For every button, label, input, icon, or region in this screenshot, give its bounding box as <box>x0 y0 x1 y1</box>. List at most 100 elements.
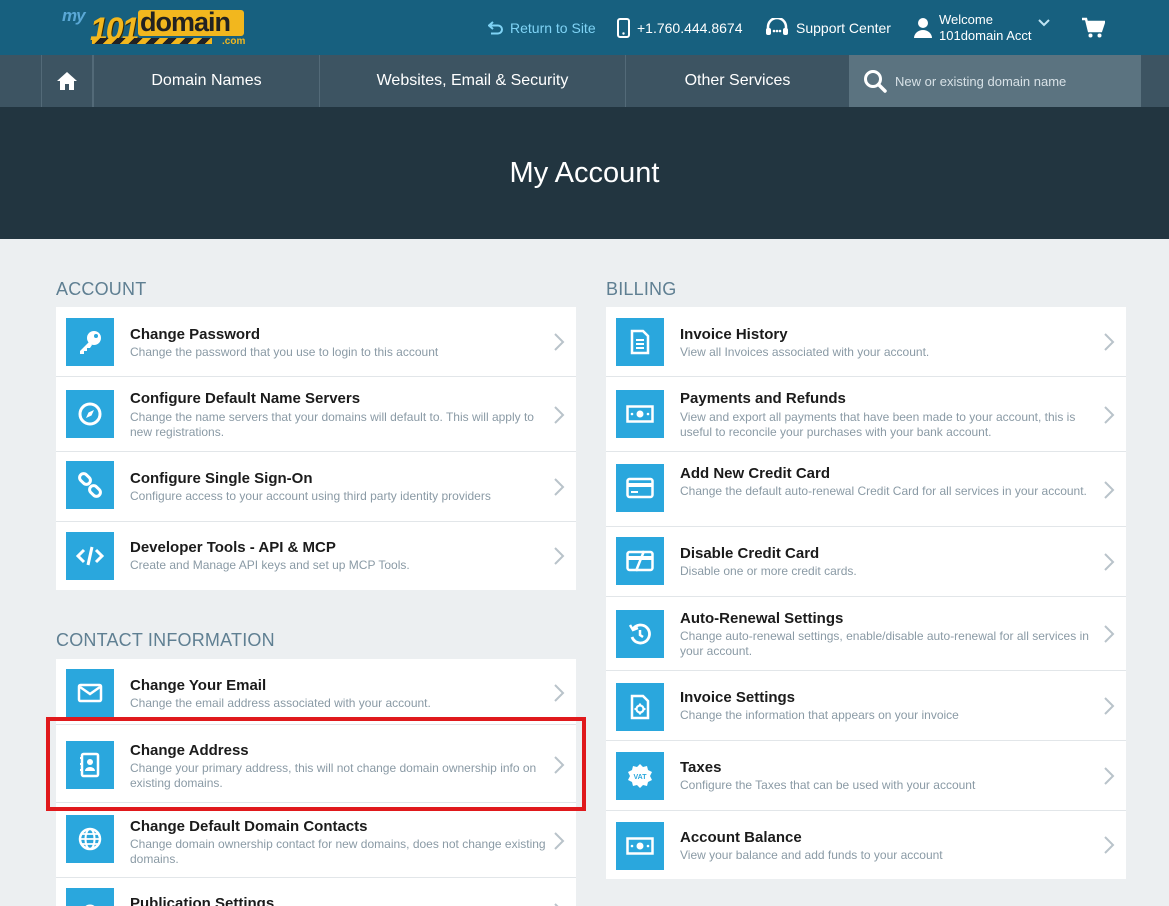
chevron-right-icon <box>554 547 565 565</box>
item-title: Configure Default Name Servers <box>130 390 361 407</box>
compass-icon <box>66 390 114 438</box>
page-header: My Account <box>0 107 1169 239</box>
publication-settings-item[interactable]: Publication Settings <box>56 878 576 906</box>
item-title: Configure Single Sign-On <box>130 470 313 487</box>
credit-card-icon <box>616 464 664 512</box>
billing-section-heading: BILLING <box>606 279 677 299</box>
chevron-right-icon <box>1104 767 1115 785</box>
chevron-right-icon <box>1104 406 1115 424</box>
return-arrow-icon <box>488 20 503 34</box>
phone-label: +1.760.444.8674 <box>637 19 743 36</box>
item-title: Publication Settings <box>130 895 275 906</box>
item-description: View and export all payments that have b… <box>680 410 1076 439</box>
auto-renewal-item[interactable]: Auto-Renewal Settings Change auto-renewa… <box>606 597 1126 671</box>
welcome-text: Welcome 101domain Acct <box>939 12 1032 44</box>
account-balance-item[interactable]: Account Balance View your balance and ad… <box>606 811 1126 879</box>
logo-com: .com <box>222 36 246 47</box>
nav-other-services[interactable]: Other Services <box>626 55 849 107</box>
support-center-link[interactable]: Support Center <box>765 0 891 55</box>
invoice-settings-icon <box>616 683 664 731</box>
payments-refunds-item[interactable]: Payments and Refunds View and export all… <box>606 377 1126 452</box>
item-description: Change the name servers that your domain… <box>130 410 534 439</box>
item-description: View all Invoices associated with your a… <box>680 345 930 359</box>
item-description: Configure the Taxes that can be used wit… <box>680 778 976 792</box>
single-sign-on-item[interactable]: Configure Single Sign-On Configure acces… <box>56 452 576 522</box>
phone-icon <box>617 17 630 38</box>
site-logo[interactable]: my domain 101 .com <box>62 6 246 47</box>
publication-icon <box>66 888 114 906</box>
item-description: Change domain ownership contact for new … <box>130 837 546 866</box>
default-name-servers-item[interactable]: Configure Default Name Servers Change th… <box>56 377 576 452</box>
user-icon <box>914 17 932 38</box>
item-title: Account Balance <box>680 829 802 846</box>
item-description: Change the information that appears on y… <box>680 708 959 722</box>
disable-credit-card-item[interactable]: Disable Credit Card Disable one or more … <box>606 527 1126 597</box>
disabled-card-icon <box>616 537 664 585</box>
taxes-item[interactable]: VAT Taxes Configure the Taxes that can b… <box>606 741 1126 811</box>
item-title: Change Default Domain Contacts <box>130 818 368 835</box>
svg-text:VAT: VAT <box>634 774 648 781</box>
invoice-history-item[interactable]: Invoice History View all Invoices associ… <box>606 307 1126 377</box>
item-title: Change Your Email <box>130 677 267 694</box>
chevron-right-icon <box>554 756 565 774</box>
support-label: Support Center <box>796 19 891 36</box>
item-description: View your balance and add funds to your … <box>680 848 943 862</box>
item-title: Invoice History <box>680 326 788 343</box>
item-description: Change the default auto-renewal Credit C… <box>680 484 1087 498</box>
nav-domain-names[interactable]: Domain Names <box>94 55 320 107</box>
logo-my: my <box>62 6 86 25</box>
domain-search-input[interactable] <box>895 73 1135 89</box>
item-title: Auto-Renewal Settings <box>680 610 844 627</box>
home-button[interactable] <box>41 55 94 107</box>
chevron-right-icon <box>1104 836 1115 854</box>
nav-websites-email-security[interactable]: Websites, Email & Security <box>320 55 626 107</box>
item-title: Developer Tools - API & MCP <box>130 539 336 556</box>
add-credit-card-item[interactable]: Add New Credit Card Change the default a… <box>606 452 1126 527</box>
item-description: Change the email address associated with… <box>130 696 431 710</box>
domain-search-box <box>849 55 1141 107</box>
account-menu[interactable]: Welcome 101domain Acct <box>914 0 1057 55</box>
item-description: Change auto-renewal settings, enable/dis… <box>680 629 1089 658</box>
money-icon <box>616 390 664 438</box>
cart-button[interactable] <box>1081 0 1112 55</box>
change-password-item[interactable]: Change Password Change the password that… <box>56 307 576 377</box>
return-to-site-link[interactable]: Return to Site <box>488 0 596 55</box>
globe-icon <box>66 815 114 863</box>
phone-number[interactable]: +1.760.444.8674 <box>617 0 743 55</box>
chevron-right-icon <box>1104 697 1115 715</box>
invoice-icon <box>616 318 664 366</box>
item-description: Disable one or more credit cards. <box>680 564 857 578</box>
chevron-down-icon <box>1037 18 1050 26</box>
item-description: Create and Manage API keys and set up MC… <box>130 558 410 572</box>
chevron-right-icon <box>554 684 565 702</box>
chevron-right-icon <box>554 832 565 850</box>
item-title: Invoice Settings <box>680 689 796 706</box>
chevron-right-icon <box>554 406 565 424</box>
item-title: Add New Credit Card <box>680 465 831 482</box>
account-section-heading: ACCOUNT <box>56 279 147 299</box>
developer-tools-item[interactable]: Developer Tools - API & MCP Create and M… <box>56 522 576 590</box>
top-bar: my domain 101 .com Return to Site +1.760… <box>0 0 1169 55</box>
code-icon <box>66 532 114 580</box>
invoice-settings-item[interactable]: Invoice Settings Change the information … <box>606 671 1126 741</box>
nav-other-label: Other Services <box>684 72 791 89</box>
item-title: Taxes <box>680 759 722 776</box>
chevron-right-icon <box>554 333 565 351</box>
nav-domain-names-label: Domain Names <box>151 72 262 89</box>
change-address-item[interactable]: Change Address Change your primary addre… <box>56 725 576 803</box>
contact-section-heading: CONTACT INFORMATION <box>56 630 275 650</box>
logo-domain-box: domain <box>138 7 244 37</box>
home-icon <box>57 72 77 90</box>
return-label: Return to Site <box>510 19 596 36</box>
page-title: My Account <box>509 156 660 189</box>
address-book-icon <box>66 741 114 789</box>
main-nav: Domain Names Websites, Email & Security … <box>0 55 1169 107</box>
headset-icon <box>766 17 788 35</box>
chevron-right-icon <box>1104 481 1115 499</box>
search-icon[interactable] <box>863 69 887 93</box>
link-icon <box>66 461 114 509</box>
nav-websites-label: Websites, Email & Security <box>376 72 569 89</box>
change-email-item[interactable]: Change Your Email Change the email addre… <box>56 659 576 725</box>
default-domain-contacts-item[interactable]: Change Default Domain Contacts Change do… <box>56 803 576 878</box>
chevron-right-icon <box>1104 625 1115 643</box>
